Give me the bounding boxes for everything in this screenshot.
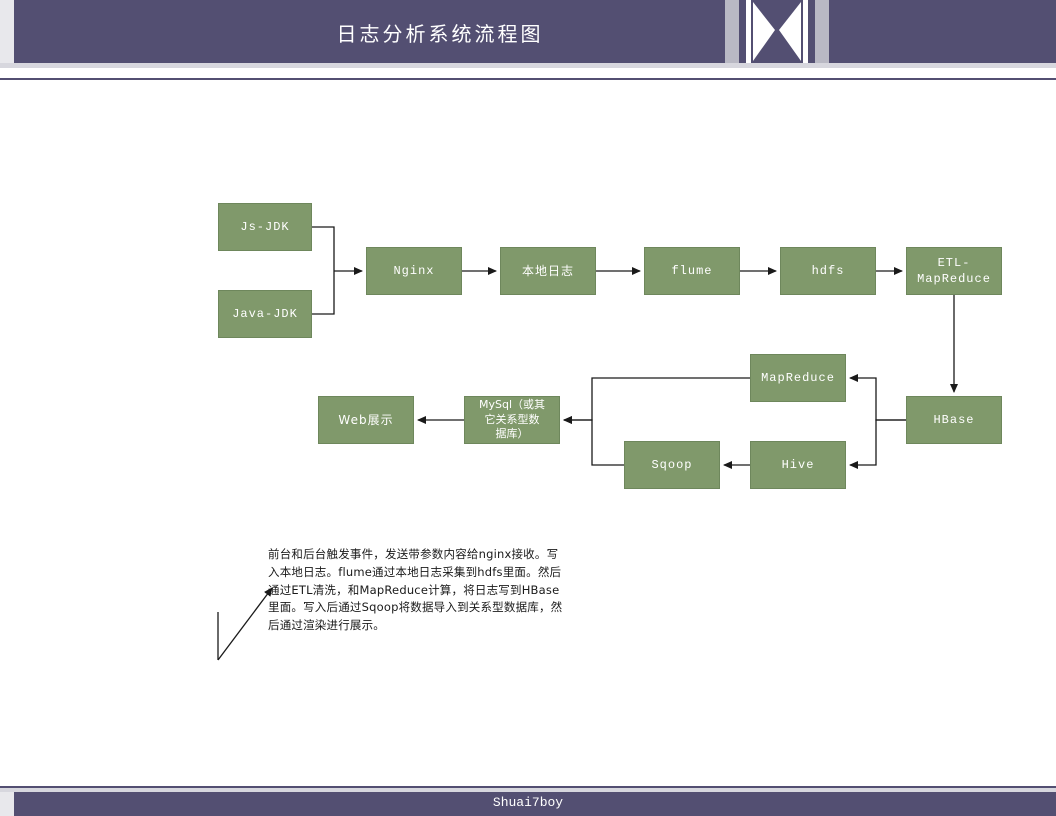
node-nginx[interactable]: Nginx [366, 247, 462, 295]
header-rule [0, 78, 1056, 80]
node-mapreduce[interactable]: MapReduce [750, 354, 846, 402]
page-title: 日志分析系统流程图 [336, 22, 544, 46]
node-flume[interactable]: flume [644, 247, 740, 295]
node-etl-mapreduce[interactable]: ETL- MapReduce [906, 247, 1002, 295]
node-local-log[interactable]: 本地日志 [500, 247, 596, 295]
node-web-display[interactable]: Web展示 [318, 396, 414, 444]
node-hbase[interactable]: HBase [906, 396, 1002, 444]
node-sqoop[interactable]: Sqoop [624, 441, 720, 489]
header-underline-white [0, 68, 1056, 78]
node-hive[interactable]: Hive [750, 441, 846, 489]
bowtie-logo-icon [722, 0, 832, 63]
node-js-jdk[interactable]: Js-JDK [218, 203, 312, 251]
header-left-accent-strip [0, 0, 14, 63]
node-mysql[interactable]: MySql（或其 它关系型数 据库） [464, 396, 560, 444]
footer-author-label: Shuai7boy [492, 795, 564, 810]
diagram-caption: 前台和后台触发事件，发送带参数内容给nginx接收。写入本地日志。flume通过… [268, 547, 563, 633]
node-java-jdk[interactable]: Java-JDK [218, 290, 312, 338]
node-hdfs[interactable]: hdfs [780, 247, 876, 295]
